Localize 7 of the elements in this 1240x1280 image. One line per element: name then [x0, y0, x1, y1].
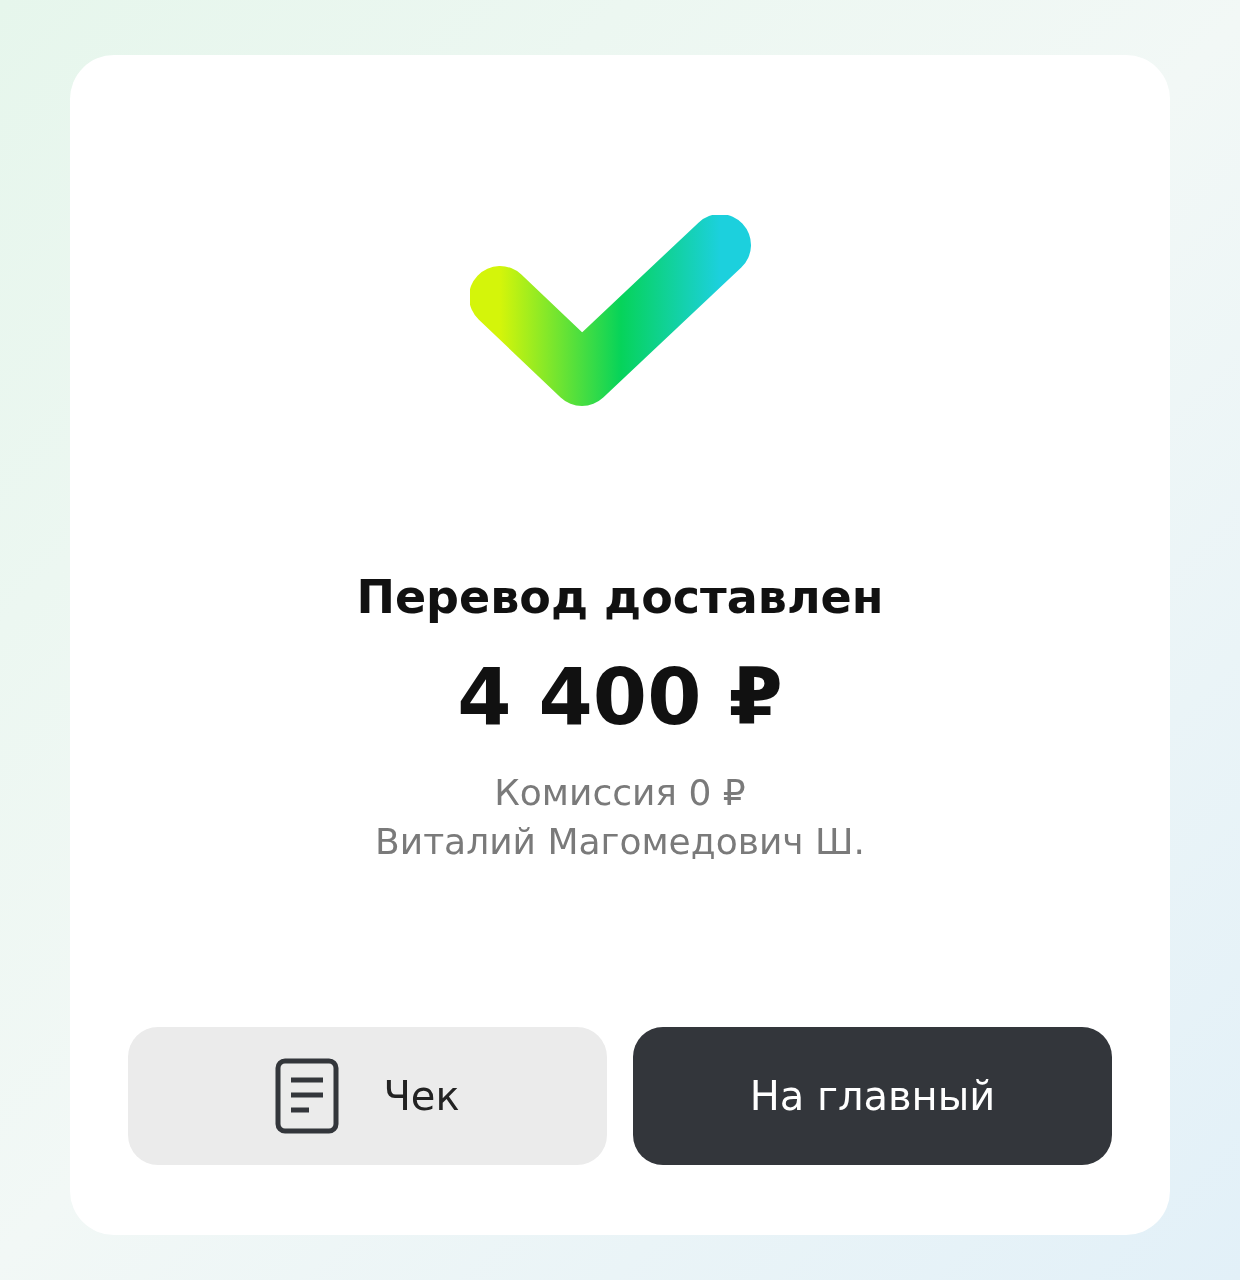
receipt-button[interactable]: Чек	[128, 1027, 607, 1165]
detail-text: Комиссия 0 ₽	[494, 772, 746, 813]
document-icon	[275, 1058, 340, 1134]
home-button[interactable]: На главный	[633, 1027, 1112, 1165]
detail-text: Виталий Магомедович Ш.	[375, 821, 865, 862]
status-title: Перевод доставлен	[356, 570, 884, 624]
amount-text: 4 400 ₽	[457, 652, 783, 742]
